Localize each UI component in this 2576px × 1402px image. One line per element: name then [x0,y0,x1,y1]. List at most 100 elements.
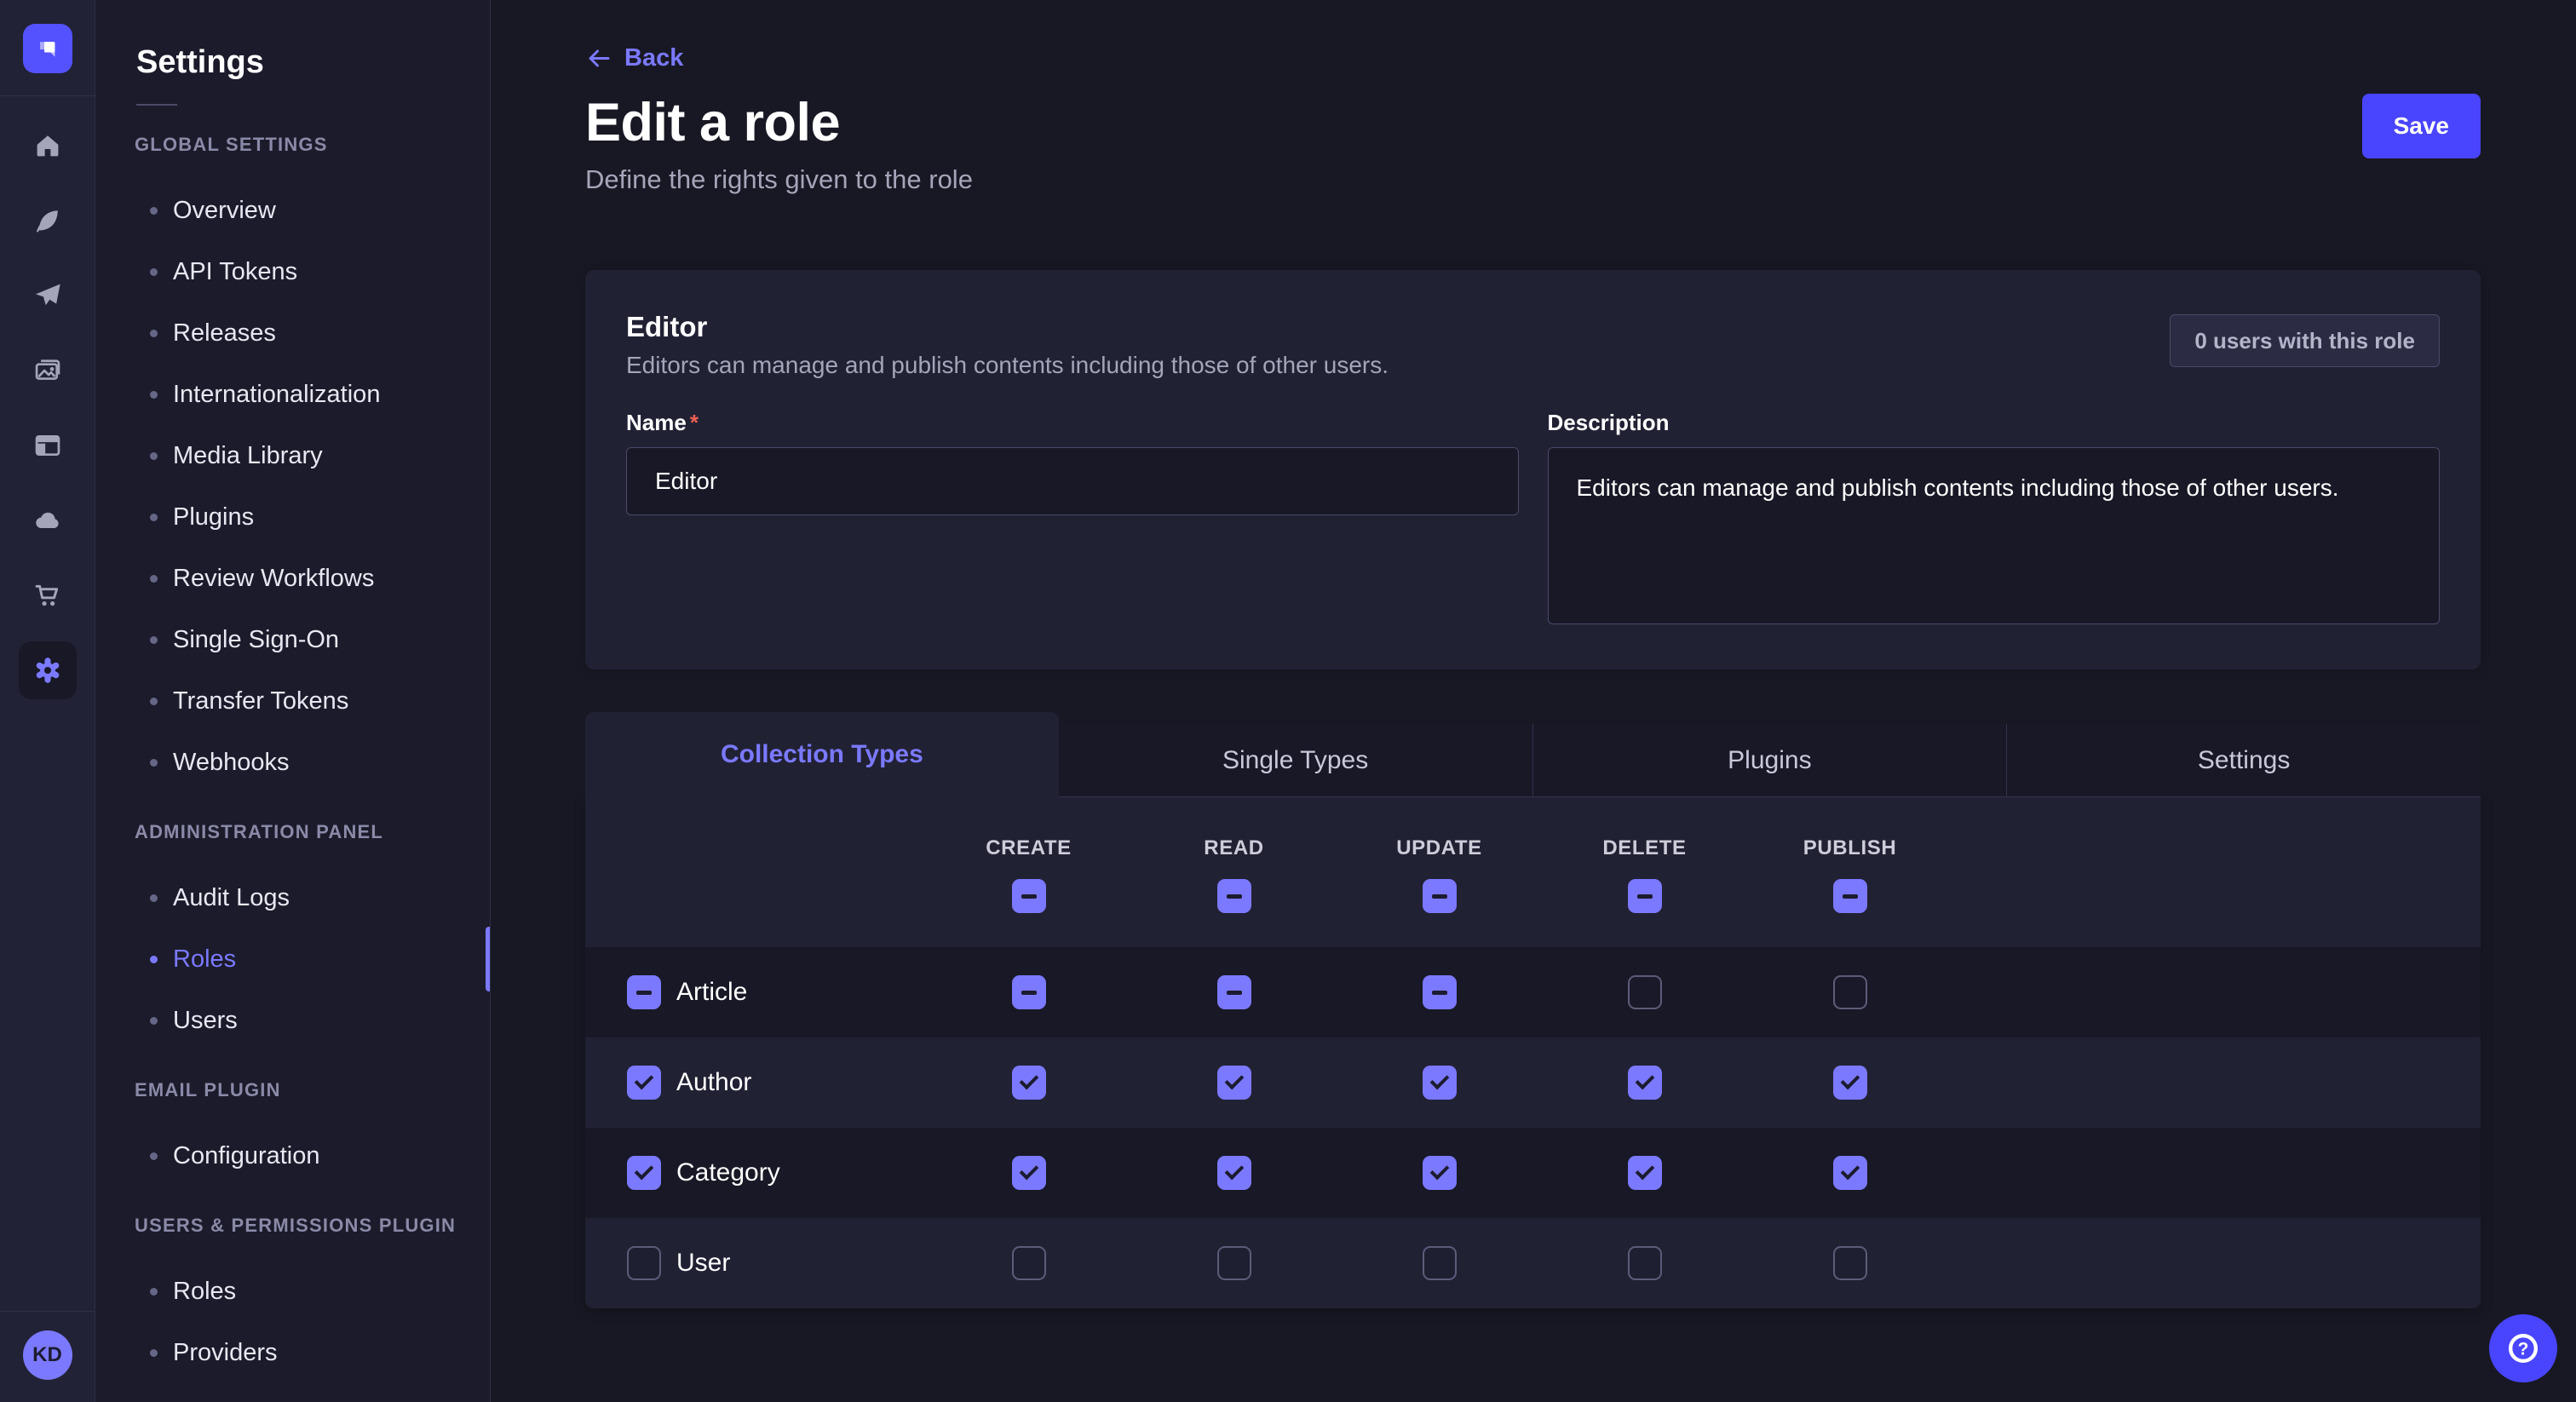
column-header-update: UPDATE [1337,797,1542,947]
required-asterisk: * [690,410,699,435]
author-delete-checked[interactable] [1628,1066,1662,1100]
bullet-icon [150,1288,158,1296]
sidebar-item-media-library[interactable]: Media Library [95,425,490,486]
category-update-checked[interactable] [1423,1156,1457,1190]
name-input[interactable] [626,447,1519,515]
row-article-indeterminate[interactable] [627,975,661,1009]
sidebar-item-users[interactable]: Users [95,990,490,1051]
sidebar-item-label: Roles [173,1278,236,1306]
article-read-indeterminate[interactable] [1217,975,1251,1009]
user-update-unchecked[interactable] [1423,1246,1457,1280]
cloud-icon[interactable] [19,491,77,549]
sidebar-item-roles[interactable]: Roles [95,928,490,990]
permission-cell [1542,1156,1747,1190]
cart-icon[interactable] [19,566,77,624]
select-all-publish-indeterminate[interactable] [1833,879,1867,913]
article-publish-unchecked[interactable] [1833,975,1867,1009]
select-all-delete-indeterminate[interactable] [1628,879,1662,913]
back-label: Back [624,44,683,72]
category-read-checked[interactable] [1217,1156,1251,1190]
permission-cell [1542,975,1747,1009]
column-header-create: CREATE [926,797,1131,947]
role-name-heading: Editor [626,311,1389,343]
author-create-checked[interactable] [1012,1066,1046,1100]
sidebar-item-single-sign-on[interactable]: Single Sign-On [95,609,490,670]
sidebar-item-review-workflows[interactable]: Review Workflows [95,548,490,609]
tab-plugins[interactable]: Plugins [1532,724,2007,797]
strapi-logo[interactable] [23,24,72,73]
sidebar-item-configuration[interactable]: Configuration [95,1125,490,1187]
select-all-create-indeterminate[interactable] [1012,879,1046,913]
paper-plane-icon[interactable] [19,267,77,325]
sidebar-item-transfer-tokens[interactable]: Transfer Tokens [95,670,490,732]
media-library-icon[interactable] [19,342,77,399]
select-all-read-indeterminate[interactable] [1217,879,1251,913]
help-button[interactable]: ? [2489,1314,2557,1382]
table-row-category: Category [585,1128,2481,1218]
row-user-unchecked[interactable] [627,1246,661,1280]
save-button[interactable]: Save [2362,94,2481,158]
bullet-icon [150,452,158,460]
header-spacer-cell [585,797,926,947]
bullet-icon [150,514,158,521]
sidebar-item-audit-logs[interactable]: Audit Logs [95,867,490,928]
row-label-cell: Category [585,1156,926,1190]
back-link[interactable]: Back [585,44,683,72]
permission-cell [1131,975,1337,1009]
author-read-checked[interactable] [1217,1066,1251,1100]
bullet-icon [150,636,158,644]
category-delete-checked[interactable] [1628,1156,1662,1190]
tab-settings[interactable]: Settings [2006,724,2481,797]
author-publish-checked[interactable] [1833,1066,1867,1100]
nav-section-header: ADMINISTRATION PANEL [135,820,490,844]
row-label-cell: User [585,1246,926,1280]
sidebar-item-label: Configuration [173,1142,320,1170]
sidebar-item-label: Providers [173,1339,278,1367]
category-publish-checked[interactable] [1833,1156,1867,1190]
icon-sidebar-bottom: KD [0,1311,95,1402]
row-author-checked[interactable] [627,1066,661,1100]
description-input[interactable]: Editors can manage and publish contents … [1548,447,2441,624]
user-delete-unchecked[interactable] [1628,1246,1662,1280]
author-update-checked[interactable] [1423,1066,1457,1100]
category-create-checked[interactable] [1012,1156,1046,1190]
table-row-user: User [585,1218,2481,1308]
sidebar-item-plugins[interactable]: Plugins [95,486,490,548]
tab-single-types[interactable]: Single Types [1059,724,1532,797]
user-create-unchecked[interactable] [1012,1246,1046,1280]
permission-cell [1747,1066,1952,1100]
users-count-badge[interactable]: 0 users with this role [2170,314,2440,367]
article-update-indeterminate[interactable] [1423,975,1457,1009]
sidebar-item-overview[interactable]: Overview [95,180,490,241]
sidebar-item-api-tokens[interactable]: API Tokens [95,241,490,302]
sidebar-item-label: Webhooks [173,749,290,777]
user-publish-unchecked[interactable] [1833,1246,1867,1280]
select-all-update-indeterminate[interactable] [1423,879,1457,913]
tab-collection-types[interactable]: Collection Types [585,712,1059,797]
sidebar-item-providers[interactable]: Providers [95,1322,490,1383]
sidebar-item-roles[interactable]: Roles [95,1261,490,1322]
row-label: User [676,1249,730,1278]
role-details-card: Editor Editors can manage and publish co… [585,270,2481,669]
article-delete-unchecked[interactable] [1628,975,1662,1009]
layout-icon[interactable] [19,417,77,474]
sidebar-item-webhooks[interactable]: Webhooks [95,732,490,793]
icon-sidebar-items [19,117,77,699]
description-label: Description [1548,410,2441,436]
role-description-text: Editors can manage and publish contents … [626,352,1389,379]
article-create-indeterminate[interactable] [1012,975,1046,1009]
feather-icon[interactable] [19,192,77,250]
permission-cell [926,1246,1131,1280]
description-field: Description Editors can manage and publi… [1548,410,2441,629]
strapi-logo-icon [32,33,63,64]
sidebar-item-releases[interactable]: Releases [95,302,490,364]
home-icon[interactable] [19,117,77,175]
avatar[interactable]: KD [23,1330,72,1380]
gear-icon[interactable] [19,641,77,699]
row-category-checked[interactable] [627,1156,661,1190]
permission-cell [1337,975,1542,1009]
permission-cell [1747,1156,1952,1190]
user-read-unchecked[interactable] [1217,1246,1251,1280]
subnav-title: Settings [136,43,490,82]
sidebar-item-internationalization[interactable]: Internationalization [95,364,490,425]
